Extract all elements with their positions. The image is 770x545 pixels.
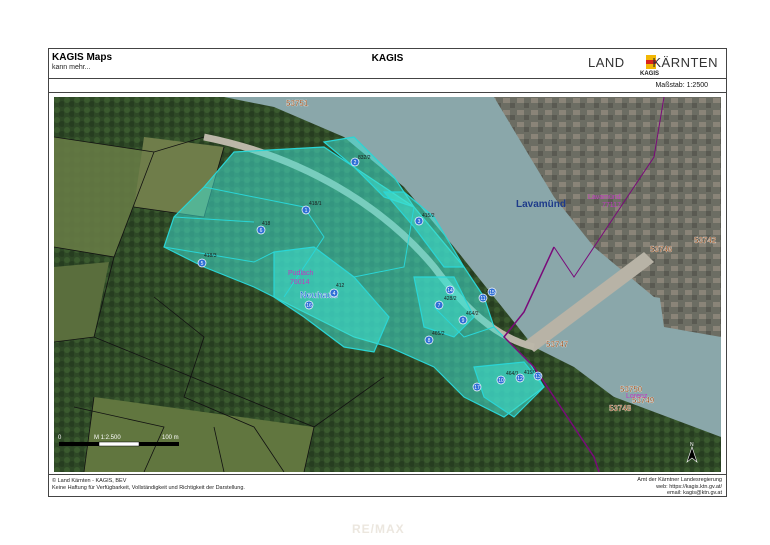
north-label: N	[690, 442, 694, 448]
parcel-number: 53746	[650, 245, 673, 254]
map-view[interactable]: 53751 53746 53742 53747 53750 53749 5374…	[54, 97, 721, 472]
marker-number: 12	[517, 376, 523, 382]
marker-number: 11	[480, 296, 485, 302]
marker-number: 17	[474, 385, 480, 391]
small-parcel-id: 418/1	[309, 201, 322, 207]
small-parcel-id: 428/2	[444, 296, 457, 302]
marker-number: 7	[438, 303, 441, 309]
disclaimer-text: Keine Haftung für Verfügbarkeit, Vollstä…	[52, 485, 245, 491]
scale-bar-label: M 1:2.500	[94, 435, 121, 441]
place-label-code: 76014	[290, 279, 310, 286]
app-subtitle[interactable]: kann mehr...	[52, 64, 91, 71]
marker-number: 14	[447, 288, 453, 294]
marker-number: 10	[498, 378, 504, 384]
marker-number: 1	[305, 208, 308, 214]
place-label-pudlach: Pudlach	[288, 270, 313, 277]
scale-text: Maßstab: 1:2500	[655, 82, 708, 89]
header-bar: KAGIS Maps kann mehr... KAGIS LAND KÄRNT…	[49, 49, 726, 79]
town-area	[654, 257, 721, 337]
map-sheet: KAGIS Maps kann mehr... KAGIS LAND KÄRNT…	[48, 48, 727, 497]
authority-text: Amt der Kärntner Landesregierung	[637, 477, 722, 483]
small-parcel-id: 415/2	[422, 213, 435, 219]
parcel-number: 53747	[546, 340, 569, 349]
marker-number: 15	[489, 290, 495, 296]
marker-number: 4	[333, 291, 336, 297]
marker-number: 5	[201, 261, 204, 267]
marker-number: 16	[306, 303, 312, 309]
small-parcel-id: 418/3	[204, 253, 217, 259]
footer-left: © Land Kärnten - KAGIS, BEV Keine Haftun…	[52, 478, 245, 492]
scale-info-bar: Maßstab: 1:2500	[49, 79, 726, 93]
marker-number: 8	[428, 338, 431, 344]
copyright-text: © Land Kärnten - KAGIS, BEV	[52, 478, 127, 484]
parcel-number: 53742	[694, 236, 717, 245]
small-parcel-id: 412	[336, 283, 345, 289]
town-label: Lavamünd	[516, 199, 566, 210]
footer-bar: © Land Kärnten - KAGIS, BEV Keine Haftun…	[49, 474, 726, 498]
marker-number: 6	[260, 228, 263, 234]
place-label-code-2: 77117	[602, 202, 621, 209]
small-parcel-id: 832/2	[358, 155, 371, 161]
place-label-lavamuend-cadastral: Lavamünd	[588, 194, 621, 201]
small-parcel-id: 418	[262, 221, 271, 227]
watermark-text: RE/MAX	[352, 522, 405, 536]
parcel-number: 53751	[286, 99, 309, 108]
small-parcel-id: 464/2	[466, 311, 479, 317]
scale-bar-end: 100 m	[162, 435, 179, 441]
small-parcel-id: 465/2	[432, 331, 445, 337]
logo-subtitle: KAGIS	[640, 71, 660, 77]
map-canvas: 53751 53746 53742 53747 53750 53749 5374…	[54, 97, 721, 472]
marker-number: 2	[354, 160, 357, 166]
parcel-number: 53748	[609, 404, 632, 413]
logo-text-right: KÄRNTEN	[652, 55, 718, 70]
place-label-lorenz: Lorenz	[626, 393, 648, 400]
marker-number: 13	[535, 374, 541, 380]
email-link[interactable]: email: kagis@ktn.gv.at	[637, 490, 722, 497]
marker-number: 3	[418, 219, 421, 225]
land-kaernten-logo: LAND KÄRNTEN KAGIS	[588, 53, 718, 77]
footer-right: Amt der Kärntner Landesregierung web: ht…	[637, 477, 722, 497]
marker-number: 9	[462, 318, 465, 324]
logo-text-left: LAND	[588, 55, 625, 70]
